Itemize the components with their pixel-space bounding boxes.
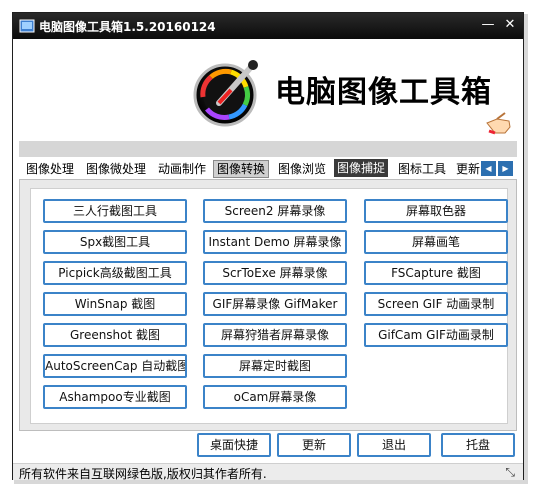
title-bar[interactable]: 电脑图像工具箱1.5.20160124 — ✕ xyxy=(13,13,523,39)
tool-button[interactable]: 屏幕画笔 xyxy=(364,230,508,254)
tab-image-processing[interactable]: 图像处理 xyxy=(23,161,77,177)
tool-button[interactable]: WinSnap 截图 xyxy=(43,292,187,316)
tab-icon-tools[interactable]: 图标工具 xyxy=(395,161,449,177)
tool-button[interactable]: Instant Demo 屏幕录像 xyxy=(203,230,347,254)
tool-button[interactable]: Ashampoo专业截图 xyxy=(43,385,187,409)
status-text: 所有软件来自互联网绿色版,版权归其作者所有. xyxy=(19,467,267,481)
banner: 电脑图像工具箱 xyxy=(13,39,523,135)
tab-image-convert[interactable]: 图像转换 xyxy=(213,160,270,178)
tab-scroll-right-icon[interactable]: ▶ xyxy=(498,161,513,176)
window-title: 电脑图像工具箱1.5.20160124 xyxy=(39,20,216,34)
tool-button[interactable]: Screen GIF 动画录制 xyxy=(364,292,508,316)
desktop-shortcut-button[interactable]: 桌面快捷 xyxy=(197,433,271,457)
tab-scroll-left-icon[interactable]: ◀ xyxy=(481,161,496,176)
tool-button[interactable]: GifCam GIF动画录制 xyxy=(364,323,508,347)
pointing-hand-icon xyxy=(486,112,511,135)
tool-button[interactable]: Screen2 屏幕录像 xyxy=(203,199,347,223)
tool-button[interactable]: AutoScreenCap 自动截图 xyxy=(43,354,187,378)
color-picker-logo-icon xyxy=(193,60,258,127)
update-button[interactable]: 更新 xyxy=(277,433,351,457)
tool-button[interactable]: ScrToExe 屏幕录像 xyxy=(203,261,347,285)
header-divider xyxy=(19,141,517,157)
tool-button[interactable]: 屏幕定时截图 xyxy=(203,354,347,378)
app-icon xyxy=(19,19,35,33)
client-area: 电脑图像工具箱 图像处理 图像微处理 动画制作 图像转换 图像浏览 图像捕捉 图… xyxy=(13,39,523,481)
tab-image-browse[interactable]: 图像浏览 xyxy=(275,161,329,177)
tab-animation[interactable]: 动画制作 xyxy=(155,161,209,177)
resize-grip-icon[interactable]: ⤡ xyxy=(505,465,515,480)
tool-button-area: 三人行截图工具 Spx截图工具 Picpick高级截图工具 WinSnap 截图… xyxy=(30,188,508,424)
tool-button[interactable]: Spx截图工具 xyxy=(43,230,187,254)
tab-strip: 图像处理 图像微处理 动画制作 图像转换 图像浏览 图像捕捉 图标工具 更新 ◀… xyxy=(19,159,517,179)
tab-panel: 三人行截图工具 Spx截图工具 Picpick高级截图工具 WinSnap 截图… xyxy=(19,179,517,431)
tray-button[interactable]: 托盘 xyxy=(441,433,515,457)
banner-title: 电脑图像工具箱 xyxy=(275,75,492,110)
tool-button[interactable]: oCam屏幕录像 xyxy=(203,385,347,409)
tool-button[interactable]: FSCapture 截图 xyxy=(364,261,508,285)
tool-button[interactable]: GIF屏幕录像 GifMaker xyxy=(203,292,347,316)
tab-image-capture[interactable]: 图像捕捉 xyxy=(334,159,389,177)
minimize-button[interactable]: — xyxy=(479,16,497,34)
close-button[interactable]: ✕ xyxy=(501,16,519,34)
main-window: 电脑图像工具箱1.5.20160124 — ✕ 电脑图像工具箱 图像处理 图像微… xyxy=(12,12,524,481)
tool-button[interactable]: 屏幕狩猎者屏幕录像 xyxy=(203,323,347,347)
exit-button[interactable]: 退出 xyxy=(357,433,431,457)
tool-button[interactable]: 屏幕取色器 xyxy=(364,199,508,223)
tool-button[interactable]: Picpick高级截图工具 xyxy=(43,261,187,285)
tool-button[interactable]: Greenshot 截图 xyxy=(43,323,187,347)
status-bar: 所有软件来自互联网绿色版,版权归其作者所有. ⤡ xyxy=(13,463,523,481)
tab-image-micro[interactable]: 图像微处理 xyxy=(83,161,149,177)
tool-button[interactable]: 三人行截图工具 xyxy=(43,199,187,223)
